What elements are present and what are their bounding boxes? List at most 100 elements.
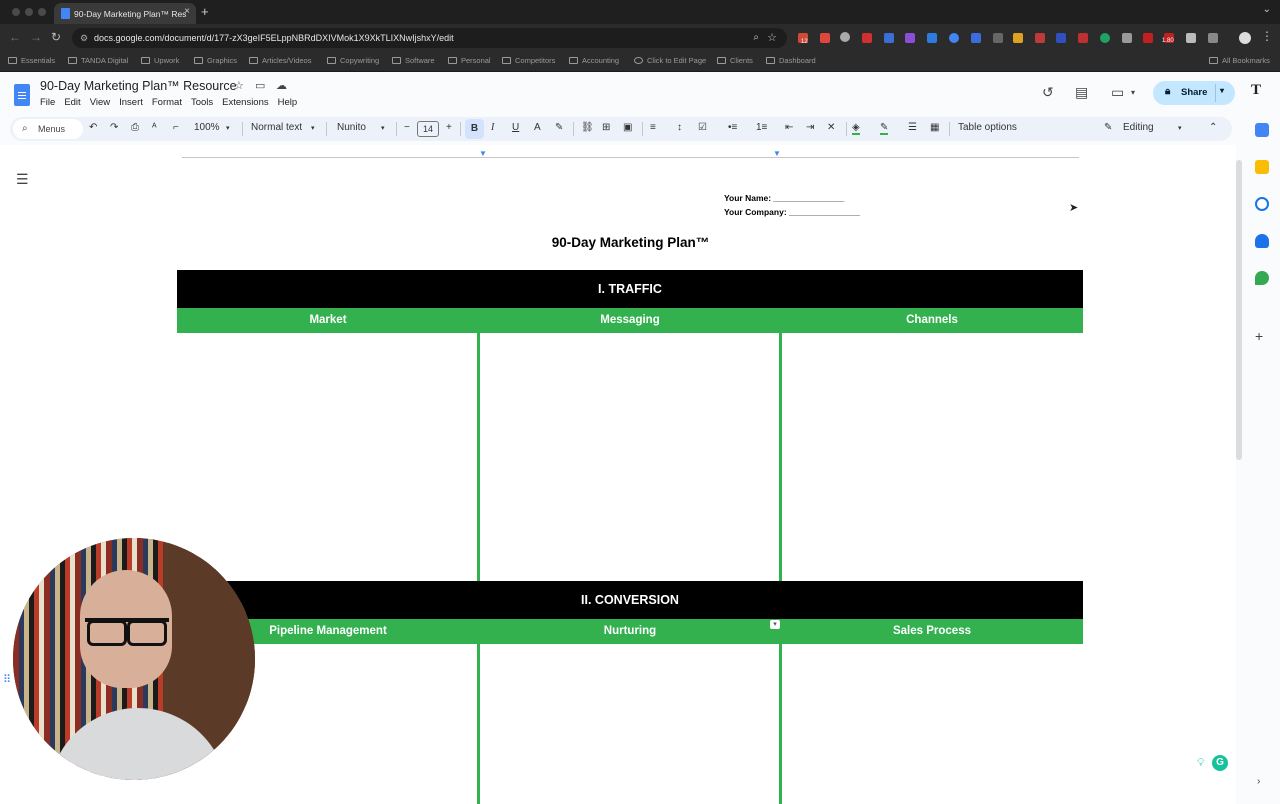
browser-menu-icon[interactable]: ⋮	[1261, 29, 1273, 43]
star-icon[interactable]: ☆	[234, 79, 244, 92]
back-button[interactable]: ←	[9, 30, 21, 44]
bookmark-link[interactable]: Click to Edit Page	[634, 56, 706, 65]
extension-icon[interactable]	[1122, 33, 1132, 43]
insert-image-icon[interactable]: ▣	[623, 122, 632, 133]
your-company-field[interactable]: Your Company: _______________	[724, 207, 860, 217]
chevron-down-icon[interactable]: ▾	[1220, 86, 1224, 95]
editing-mode-select[interactable]: Editing	[1123, 122, 1154, 133]
tasks-icon[interactable]	[1255, 197, 1269, 211]
undo-icon[interactable]: ↶	[89, 122, 97, 133]
menu-tools[interactable]: Tools	[191, 97, 213, 108]
google-docs-logo-icon[interactable]	[14, 84, 30, 106]
bookmark-folder[interactable]: Graphics	[194, 56, 237, 65]
table-options-button[interactable]: Table options	[958, 122, 1017, 133]
extension-icon[interactable]	[820, 33, 830, 43]
bold-button[interactable]: B	[465, 119, 484, 139]
column-header-sales-process[interactable]: Sales Process	[781, 619, 1083, 644]
bookmark-folder[interactable]: Competitors	[502, 56, 555, 65]
bookmark-folder[interactable]: Upwork	[141, 56, 179, 65]
all-bookmarks[interactable]: All Bookmarks	[1209, 56, 1270, 65]
bookmark-star-icon[interactable]: ☆	[767, 28, 777, 48]
extensions-puzzle-icon[interactable]	[1208, 33, 1218, 43]
redo-icon[interactable]: ↷	[110, 122, 118, 133]
column-header-messaging[interactable]: Messaging	[479, 308, 781, 333]
calendar-icon[interactable]	[1255, 123, 1269, 137]
menu-insert[interactable]: Insert	[119, 97, 143, 108]
drag-handle-icon[interactable]: ⠿	[3, 673, 11, 686]
menu-view[interactable]: View	[90, 97, 110, 108]
close-tab-icon[interactable]: ×	[184, 6, 190, 17]
line-spacing-icon[interactable]: ↕	[677, 122, 682, 133]
bookmark-folder[interactable]: Accounting	[569, 56, 619, 65]
border-width-icon[interactable]: ☰	[908, 122, 917, 133]
bulleted-list-icon[interactable]: •≡	[728, 122, 737, 133]
extension-icon[interactable]	[1056, 33, 1066, 43]
menu-format[interactable]: Format	[152, 97, 182, 108]
extension-icon[interactable]	[905, 33, 915, 43]
extension-icon[interactable]	[1035, 33, 1045, 43]
get-addons-icon[interactable]: +	[1255, 328, 1263, 344]
tab-search-chevron-icon[interactable]: ⌄	[1263, 4, 1271, 15]
menu-edit[interactable]: Edit	[64, 97, 80, 108]
vertical-scrollbar[interactable]	[1236, 160, 1242, 460]
underline-button[interactable]: U	[512, 122, 519, 133]
search-icon[interactable]: ⌕	[753, 28, 759, 48]
border-color-icon[interactable]: ✎	[880, 122, 889, 135]
italic-button[interactable]: I	[491, 122, 494, 133]
bookmark-folder[interactable]: Essentials	[8, 56, 55, 65]
paint-format-icon[interactable]: ⌐	[173, 122, 179, 133]
bookmark-folder[interactable]: Articles/Videos	[249, 56, 311, 65]
search-menus[interactable]: ⌕ Menus	[13, 119, 83, 139]
numbered-list-icon[interactable]: 1≡	[756, 122, 767, 133]
column-header-channels[interactable]: Channels	[781, 308, 1083, 333]
add-comment-icon[interactable]: ⊞	[602, 122, 610, 133]
extension-icon[interactable]	[1143, 33, 1153, 43]
t-extension-icon[interactable]: T	[1251, 82, 1261, 99]
maps-icon[interactable]	[1255, 271, 1269, 285]
cell-menu-chevron-icon[interactable]: ▾	[770, 620, 780, 629]
minimize-window-icon[interactable]	[25, 8, 33, 16]
font-size-input[interactable]: 14	[417, 121, 439, 137]
highlight-icon[interactable]: ✎	[555, 122, 563, 133]
border-dash-icon[interactable]: ▦	[930, 122, 939, 133]
extension-icon[interactable]	[971, 33, 981, 43]
comments-icon[interactable]: ▤	[1075, 84, 1088, 101]
reload-button[interactable]: ↻	[51, 30, 61, 44]
font-select[interactable]: Nunito	[337, 122, 366, 133]
contacts-icon[interactable]	[1255, 234, 1269, 248]
extension-icon[interactable]	[862, 33, 872, 43]
clear-formatting-icon[interactable]: ✕	[827, 122, 835, 133]
column-header-nurturing[interactable]: Nurturing	[479, 619, 781, 644]
document-outline-icon[interactable]: ☰	[16, 171, 29, 188]
your-name-field[interactable]: Your Name: _______________	[724, 193, 844, 203]
extension-icon[interactable]	[927, 33, 937, 43]
bookmark-folder[interactable]: Clients	[717, 56, 753, 65]
indent-marker-icon[interactable]: ▼	[773, 149, 781, 158]
extension-icon[interactable]	[1078, 33, 1088, 43]
grammarly-icon[interactable]: G	[1212, 755, 1228, 771]
maximize-window-icon[interactable]	[38, 8, 46, 16]
cloud-saved-icon[interactable]: ☁	[276, 79, 287, 92]
spellcheck-icon[interactable]: ᴬ	[152, 122, 157, 133]
menu-help[interactable]: Help	[278, 97, 298, 108]
collapse-toolbar-icon[interactable]: ⌃	[1209, 122, 1217, 133]
browser-tab-active[interactable]: 90-Day Marketing Plan™ Res ×	[54, 3, 196, 24]
style-select[interactable]: Normal text	[251, 122, 302, 133]
checklist-icon[interactable]: ☑	[698, 122, 707, 133]
bookmark-folder[interactable]: Dashboard	[766, 56, 816, 65]
extension-icon[interactable]	[1100, 33, 1110, 43]
meet-video-icon[interactable]: ▭	[1111, 84, 1124, 101]
move-folder-icon[interactable]: ▭	[255, 79, 265, 92]
increase-indent-icon[interactable]: ⇥	[806, 122, 814, 133]
extension-icon[interactable]	[840, 32, 850, 42]
text-color-icon[interactable]: A	[534, 122, 541, 133]
menu-extensions[interactable]: Extensions	[222, 97, 268, 108]
print-icon[interactable]: ⎙	[131, 122, 139, 133]
extension-icon[interactable]	[949, 33, 959, 43]
increase-font-size-icon[interactable]: +	[446, 122, 452, 133]
cell-fill-color-icon[interactable]: ◈	[852, 122, 860, 135]
decrease-indent-icon[interactable]: ⇤	[785, 122, 793, 133]
extension-icon[interactable]	[1186, 33, 1196, 43]
bookmark-folder[interactable]: Copywriting	[327, 56, 379, 65]
site-info-icon[interactable]: ⚙	[80, 28, 88, 48]
